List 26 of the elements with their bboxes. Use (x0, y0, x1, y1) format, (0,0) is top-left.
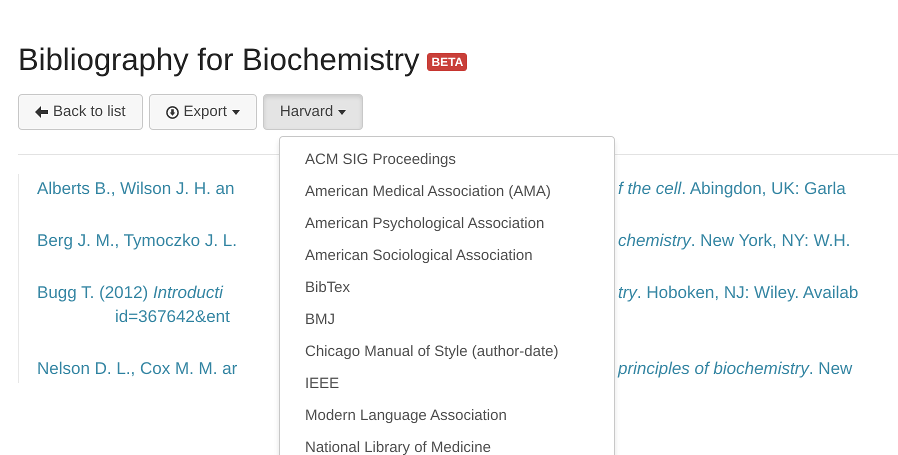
reference-text: Alberts B., Wilson J. H. an (37, 178, 236, 200)
toolbar-button[interactable]: Back to list (18, 94, 143, 130)
menu-item[interactable]: BMJ (280, 307, 614, 339)
page-title: Bibliography for Biochemistry (18, 41, 420, 79)
reference-text: Berg J. M., Tymoczko J. L. (37, 230, 238, 252)
toolbar-button[interactable]: Export (148, 94, 257, 130)
reference-text: chemistry. New York, NY: W.H. (618, 231, 850, 250)
reference-text: id=367642&ent (114, 306, 231, 328)
reference-text: principles of biochemistry. New (618, 359, 852, 378)
menu-item[interactable]: American Psychological Association (280, 211, 614, 243)
reference-text: try. Hoboken, NJ: Wiley. Availab (618, 283, 858, 302)
reference-text: Bugg T. (2012) Introducti (37, 282, 224, 304)
menu-item[interactable]: Modern Language Association (280, 403, 614, 435)
menu-item[interactable]: American Medical Association (AMA) (280, 179, 614, 211)
beta-badge: BETA (427, 53, 468, 71)
menu-item[interactable]: ACM SIG Proceedings (280, 147, 614, 179)
menu-item[interactable]: Chicago Manual of Style (author-date) (280, 339, 614, 371)
menu-item[interactable]: National Library of Medicine (280, 435, 614, 455)
menu-item[interactable]: BibTex (280, 275, 614, 307)
toolbar-button[interactable]: Harvard (262, 94, 364, 130)
arrow-left-icon (35, 106, 48, 118)
menu-item[interactable]: American Sociological Association (280, 243, 614, 275)
reference-text: f the cell. Abingdon, UK: Garla (618, 179, 846, 198)
reference-text: Nelson D. L., Cox M. M. ar (37, 358, 238, 380)
download-icon (166, 106, 179, 118)
menu-item[interactable]: IEEE (280, 371, 614, 403)
